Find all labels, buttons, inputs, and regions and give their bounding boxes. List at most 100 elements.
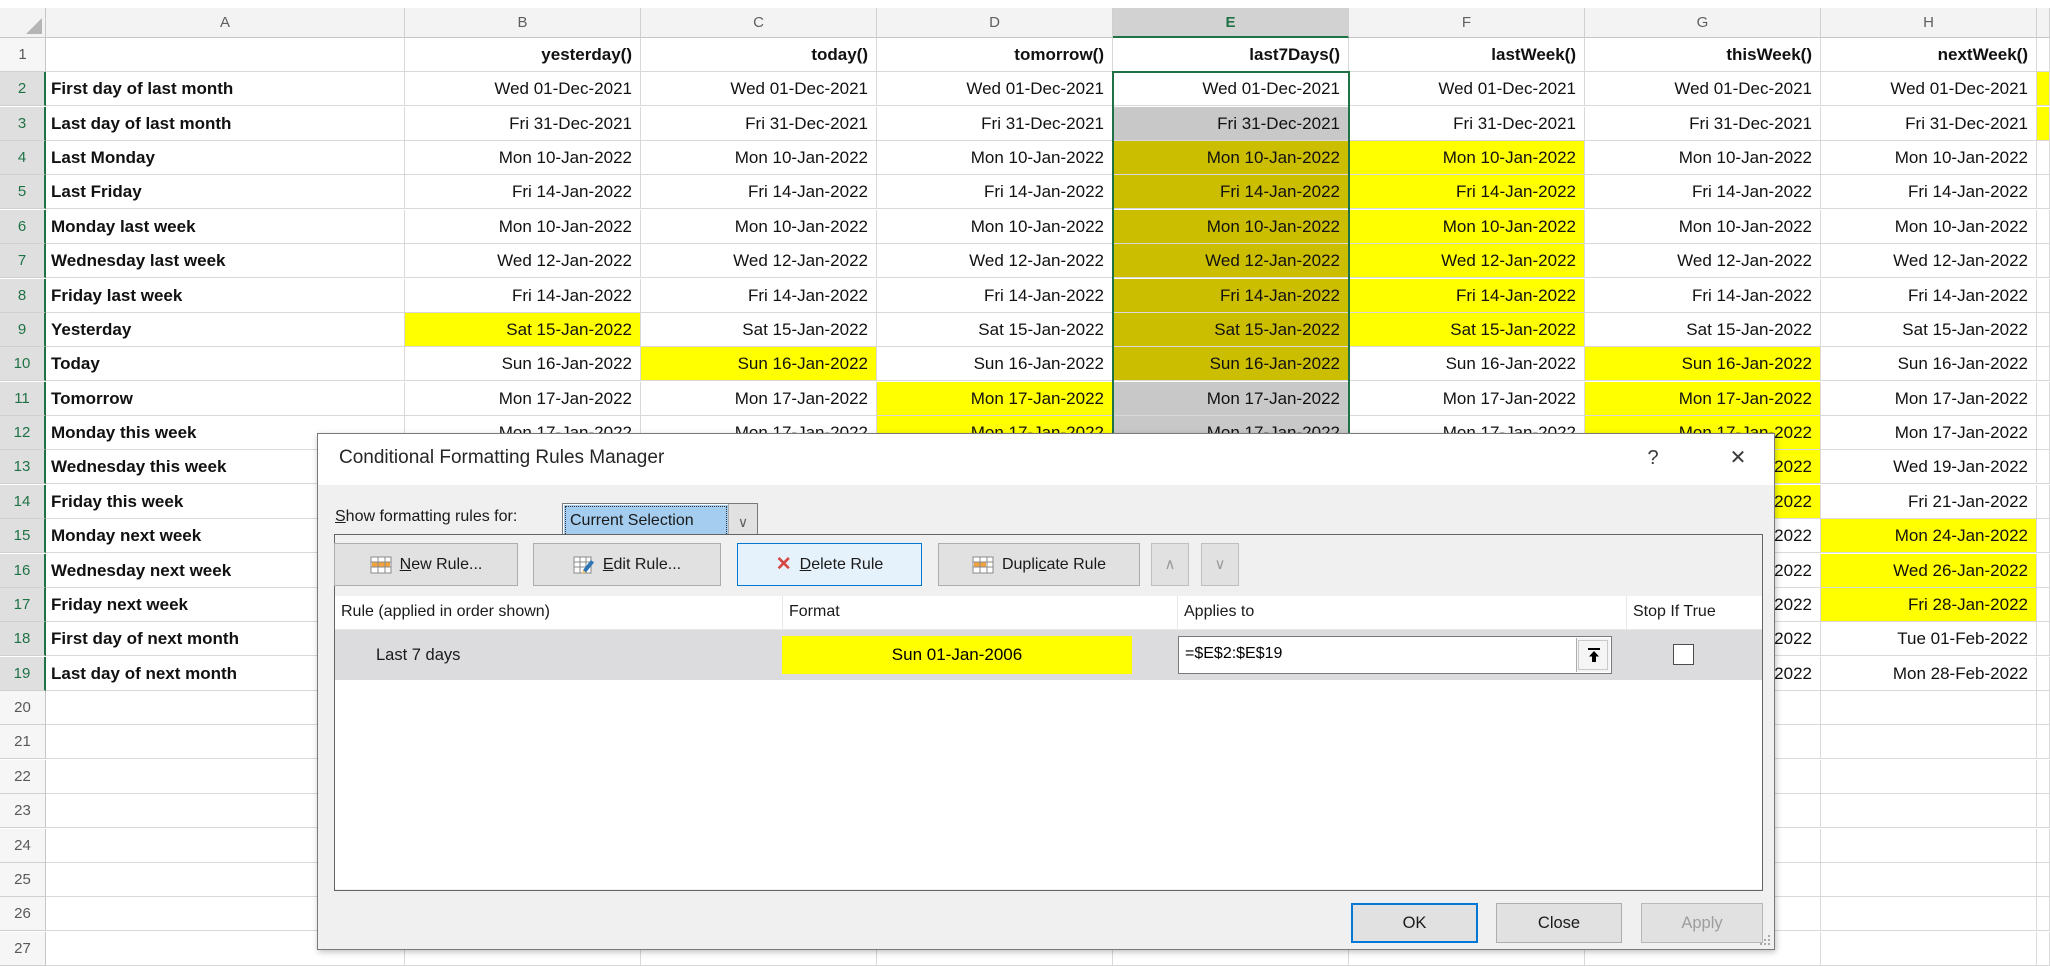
cell-F9[interactable]: Sat 15-Jan-2022 [1349, 313, 1585, 347]
cell-A10[interactable]: Today [46, 347, 405, 381]
cell-H2[interactable]: Wed 01-Dec-2021 [1821, 72, 2037, 106]
cell-C8[interactable]: Fri 14-Jan-2022 [641, 279, 877, 313]
cell-I3[interactable] [2037, 107, 2050, 141]
cell-E2[interactable]: Wed 01-Dec-2021 [1113, 72, 1349, 106]
cell-H22[interactable] [1821, 760, 2037, 794]
cell-B5[interactable]: Fri 14-Jan-2022 [405, 175, 641, 209]
row-header-5[interactable]: 5 [0, 175, 46, 209]
cell-E8[interactable]: Fri 14-Jan-2022 [1113, 279, 1349, 313]
row-header-24[interactable]: 24 [0, 829, 46, 863]
dialog-titlebar[interactable]: Conditional Formatting Rules Manager ? ✕ [318, 434, 1774, 485]
cell-F2[interactable]: Wed 01-Dec-2021 [1349, 72, 1585, 106]
cell-H12[interactable]: Mon 17-Jan-2022 [1821, 416, 2037, 450]
row-header-21[interactable]: 21 [0, 725, 46, 759]
cell-E5[interactable]: Fri 14-Jan-2022 [1113, 175, 1349, 209]
cell-I4[interactable] [2037, 141, 2050, 175]
row-header-26[interactable]: 26 [0, 897, 46, 931]
cell-G5[interactable]: Fri 14-Jan-2022 [1585, 175, 1821, 209]
cell-H7[interactable]: Wed 12-Jan-2022 [1821, 244, 2037, 278]
cell-H23[interactable] [1821, 794, 2037, 828]
cell-H11[interactable]: Mon 17-Jan-2022 [1821, 382, 2037, 416]
help-icon[interactable]: ? [1636, 442, 1670, 474]
cell-G11[interactable]: Mon 17-Jan-2022 [1585, 382, 1821, 416]
cell-H13[interactable]: Wed 19-Jan-2022 [1821, 450, 2037, 484]
row-header-23[interactable]: 23 [0, 794, 46, 828]
row-header-22[interactable]: 22 [0, 760, 46, 794]
cell-G3[interactable]: Fri 31-Dec-2021 [1585, 107, 1821, 141]
cell-H21[interactable] [1821, 725, 2037, 759]
close-button[interactable]: Close [1496, 903, 1622, 943]
formula-cell-F1[interactable]: lastWeek() [1349, 38, 1585, 72]
cell-F6[interactable]: Mon 10-Jan-2022 [1349, 210, 1585, 244]
cell-D4[interactable]: Mon 10-Jan-2022 [877, 141, 1113, 175]
cell-B6[interactable]: Mon 10-Jan-2022 [405, 210, 641, 244]
cell-H27[interactable] [1821, 932, 2037, 966]
cell-G8[interactable]: Fri 14-Jan-2022 [1585, 279, 1821, 313]
cell-C10[interactable]: Sun 16-Jan-2022 [641, 347, 877, 381]
cell-I21[interactable] [2037, 725, 2050, 759]
cell-C9[interactable]: Sat 15-Jan-2022 [641, 313, 877, 347]
cell-H20[interactable] [1821, 691, 2037, 725]
cell-I10[interactable] [2037, 347, 2050, 381]
row-header-20[interactable]: 20 [0, 691, 46, 725]
cell-B9[interactable]: Sat 15-Jan-2022 [405, 313, 641, 347]
cell-F10[interactable]: Sun 16-Jan-2022 [1349, 347, 1585, 381]
move-rule-down-button[interactable]: ∨ [1201, 543, 1239, 586]
row-header-3[interactable]: 3 [0, 107, 46, 141]
cell-F7[interactable]: Wed 12-Jan-2022 [1349, 244, 1585, 278]
column-header-D[interactable]: D [877, 8, 1113, 38]
row-header-12[interactable]: 12 [0, 416, 46, 450]
cell-D7[interactable]: Wed 12-Jan-2022 [877, 244, 1113, 278]
cell-E6[interactable]: Mon 10-Jan-2022 [1113, 210, 1349, 244]
cell-D6[interactable]: Mon 10-Jan-2022 [877, 210, 1113, 244]
row-header-2[interactable]: 2 [0, 72, 46, 106]
cell-B2[interactable]: Wed 01-Dec-2021 [405, 72, 641, 106]
cell-H15[interactable]: Mon 24-Jan-2022 [1821, 519, 2037, 553]
cell-I12[interactable] [2037, 416, 2050, 450]
cell-F8[interactable]: Fri 14-Jan-2022 [1349, 279, 1585, 313]
cell-B8[interactable]: Fri 14-Jan-2022 [405, 279, 641, 313]
cell-H4[interactable]: Mon 10-Jan-2022 [1821, 141, 2037, 175]
column-header-F[interactable]: F [1349, 8, 1585, 38]
cell-I14[interactable] [2037, 485, 2050, 519]
cell-E7[interactable]: Wed 12-Jan-2022 [1113, 244, 1349, 278]
cell-D9[interactable]: Sat 15-Jan-2022 [877, 313, 1113, 347]
cell-A11[interactable]: Tomorrow [46, 382, 405, 416]
cell-D8[interactable]: Fri 14-Jan-2022 [877, 279, 1113, 313]
cell-B7[interactable]: Wed 12-Jan-2022 [405, 244, 641, 278]
row-header-4[interactable]: 4 [0, 141, 46, 175]
cell-A7[interactable]: Wednesday last week [46, 244, 405, 278]
cell-A4[interactable]: Last Monday [46, 141, 405, 175]
row-header-6[interactable]: 6 [0, 210, 46, 244]
row-header-10[interactable]: 10 [0, 347, 46, 381]
ok-button[interactable]: OK [1351, 903, 1478, 943]
cell-A8[interactable]: Friday last week [46, 279, 405, 313]
formula-cell-B1[interactable]: yesterday() [405, 38, 641, 72]
rule-row-last-7-days[interactable]: Last 7 days Sun 01-Jan-2006 =$E$2:$E$19 [335, 630, 1762, 680]
applies-to-field[interactable]: =$E$2:$E$19 [1178, 636, 1612, 674]
cell-G9[interactable]: Sat 15-Jan-2022 [1585, 313, 1821, 347]
column-header-E[interactable]: E [1113, 8, 1349, 38]
formula-cell-D1[interactable]: tomorrow() [877, 38, 1113, 72]
row-header-1[interactable]: 1 [0, 38, 46, 72]
stop-if-true-checkbox[interactable] [1673, 644, 1694, 665]
delete-rule-button[interactable]: ✕ Delete Rule [737, 543, 922, 586]
cell-C7[interactable]: Wed 12-Jan-2022 [641, 244, 877, 278]
cell-H9[interactable]: Sat 15-Jan-2022 [1821, 313, 2037, 347]
column-header-B[interactable]: B [405, 8, 641, 38]
move-rule-up-button[interactable]: ∧ [1151, 543, 1189, 586]
cell-I8[interactable] [2037, 279, 2050, 313]
cell-E4[interactable]: Mon 10-Jan-2022 [1113, 141, 1349, 175]
row-header-13[interactable]: 13 [0, 450, 46, 484]
cell-I7[interactable] [2037, 244, 2050, 278]
cell-H26[interactable] [1821, 897, 2037, 931]
cell-I5[interactable] [2037, 175, 2050, 209]
row-header-7[interactable]: 7 [0, 244, 46, 278]
cell-C3[interactable]: Fri 31-Dec-2021 [641, 107, 877, 141]
cell-I17[interactable] [2037, 588, 2050, 622]
cell-E10[interactable]: Sun 16-Jan-2022 [1113, 347, 1349, 381]
cell-G7[interactable]: Wed 12-Jan-2022 [1585, 244, 1821, 278]
duplicate-rule-button[interactable]: Duplicate Rule [938, 543, 1140, 586]
cell-E11[interactable]: Mon 17-Jan-2022 [1113, 382, 1349, 416]
row-header-14[interactable]: 14 [0, 485, 46, 519]
